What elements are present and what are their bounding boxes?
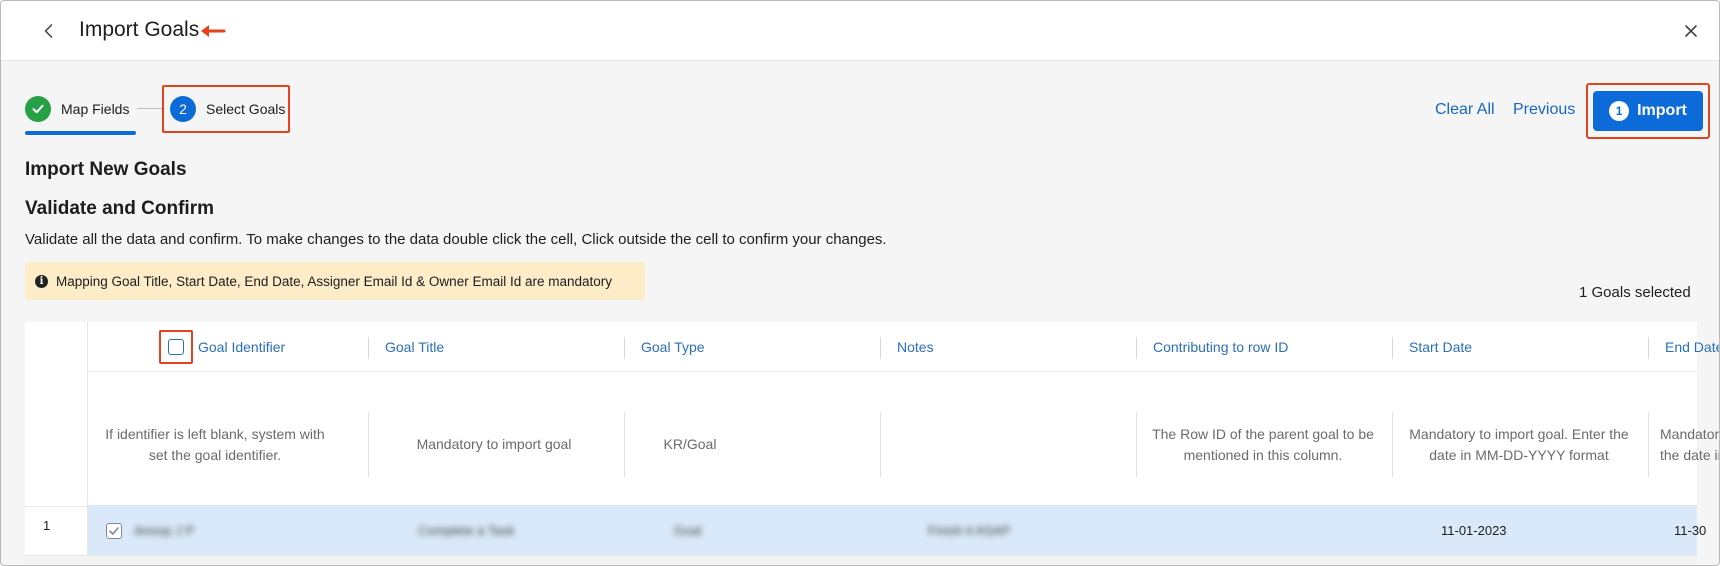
annotation-arrow-icon bbox=[201, 25, 226, 37]
import-goals-window: Import Goals Map Fields 2 Select Goals C… bbox=[0, 0, 1720, 566]
page-title: Import Goals bbox=[79, 18, 200, 41]
column-divider bbox=[1136, 412, 1137, 477]
annotation-highlight bbox=[159, 330, 193, 364]
col-header-start-date[interactable]: Start Date bbox=[1409, 322, 1472, 372]
table-header-row: Goal Identifier Goal Title Goal Type Not… bbox=[88, 322, 1719, 372]
cell-end-date[interactable]: 11-30 bbox=[1674, 505, 1706, 555]
cell-notes[interactable]: Finish it ASAP bbox=[928, 505, 1010, 555]
cell-goal-title[interactable]: Complete a Task bbox=[418, 505, 515, 555]
column-divider bbox=[1392, 412, 1393, 477]
table-row[interactable]: Anoop J P Complete a Task Goal Finish it… bbox=[88, 505, 1706, 555]
column-divider bbox=[880, 412, 881, 477]
step-map-fields[interactable]: Map Fields bbox=[25, 95, 129, 123]
mandatory-notice: i Mapping Goal Title, Start Date, End Da… bbox=[25, 262, 645, 300]
column-divider bbox=[624, 337, 625, 359]
hint-row-gutter bbox=[25, 372, 88, 507]
step-connector bbox=[137, 108, 165, 109]
column-divider bbox=[1648, 412, 1649, 477]
section-heading: Import New Goals bbox=[25, 159, 187, 180]
instructions-text: Validate all the data and confirm. To ma… bbox=[25, 231, 887, 248]
column-divider bbox=[1648, 337, 1649, 359]
hint-goal-identifier: If identifier is left blank, system with… bbox=[105, 425, 325, 463]
check-icon bbox=[109, 527, 119, 535]
table-bottom-edge bbox=[25, 555, 1697, 565]
hint-goal-title: Mandatory to import goal bbox=[416, 436, 572, 452]
col-header-goal-type[interactable]: Goal Type bbox=[641, 322, 705, 372]
col-header-goal-title[interactable]: Goal Title bbox=[385, 322, 444, 372]
row-checkbox[interactable] bbox=[106, 523, 122, 539]
previous-button[interactable]: Previous bbox=[1513, 101, 1575, 119]
goals-table: Goal Identifier Goal Title Goal Type Not… bbox=[25, 322, 1719, 565]
import-button[interactable]: 1 Import bbox=[1593, 91, 1703, 131]
column-divider bbox=[1392, 337, 1393, 359]
cell-goal-type[interactable]: Goal bbox=[674, 505, 701, 555]
hint-start-date: Mandatory to import goal. Enter the date… bbox=[1409, 425, 1629, 463]
section-subheading: Validate and Confirm bbox=[25, 198, 214, 219]
column-divider bbox=[368, 412, 369, 477]
hint-end-date: Mandator the date in bbox=[1660, 425, 1720, 463]
hint-goal-type: KR/Goal bbox=[663, 436, 717, 452]
step-label: Map Fields bbox=[61, 101, 130, 117]
selected-count: 1 Goals selected bbox=[1579, 284, 1691, 301]
col-header-contributing-row-id[interactable]: Contributing to row ID bbox=[1153, 322, 1288, 372]
check-icon bbox=[25, 96, 51, 122]
column-divider bbox=[880, 337, 881, 359]
col-header-goal-identifier[interactable]: Goal Identifier bbox=[198, 322, 285, 372]
annotation-highlight bbox=[162, 85, 290, 133]
step-badge: 1 bbox=[1609, 101, 1630, 121]
top-bar: Import Goals bbox=[1, 1, 1719, 61]
column-divider bbox=[624, 412, 625, 477]
import-label: Import bbox=[1637, 102, 1687, 119]
notice-text: Mapping Goal Title, Start Date, End Date… bbox=[56, 273, 613, 289]
cell-start-date[interactable]: 11-01-2023 bbox=[1441, 505, 1507, 555]
hint-contributing-row-id: The Row ID of the parent goal to be ment… bbox=[1152, 425, 1374, 463]
active-step-underline bbox=[25, 131, 136, 135]
info-icon: i bbox=[35, 274, 48, 288]
cell-goal-identifier[interactable]: Anoop J P bbox=[134, 505, 194, 555]
chevron-left-icon[interactable] bbox=[37, 19, 61, 43]
column-divider bbox=[1136, 337, 1137, 359]
col-header-notes[interactable]: Notes bbox=[897, 322, 934, 372]
row-number: 1 bbox=[43, 518, 51, 533]
column-divider bbox=[368, 337, 369, 359]
close-icon[interactable] bbox=[1679, 19, 1703, 43]
table-hint-row: If identifier is left blank, system with… bbox=[88, 372, 1719, 507]
hint-notes bbox=[896, 412, 1116, 477]
col-header-end-date[interactable]: End Date bbox=[1665, 322, 1719, 372]
clear-all-button[interactable]: Clear All bbox=[1435, 101, 1495, 119]
